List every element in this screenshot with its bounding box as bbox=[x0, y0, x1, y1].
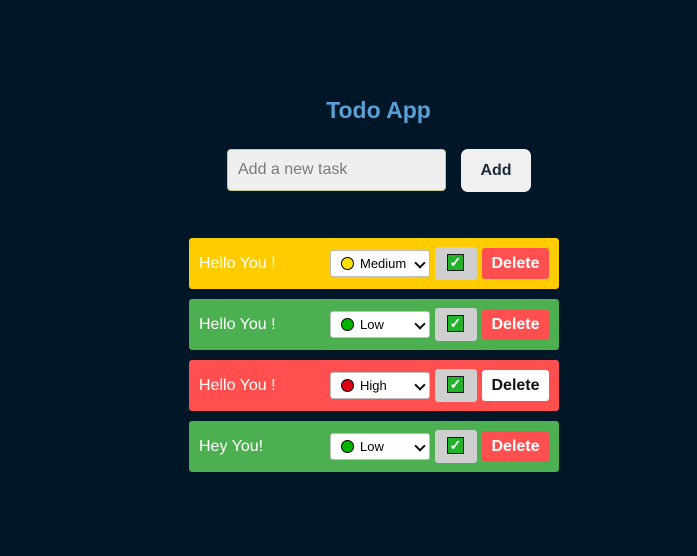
priority-select[interactable]: High bbox=[330, 372, 430, 399]
todo-item: Hello You ! Medium ✓ Delete bbox=[189, 238, 559, 289]
new-task-input[interactable] bbox=[227, 149, 446, 191]
delete-button[interactable]: Delete bbox=[482, 370, 549, 401]
add-task-button[interactable]: Add bbox=[461, 149, 531, 192]
check-icon: ✓ bbox=[447, 315, 464, 332]
todo-text: Hello You ! bbox=[199, 255, 276, 272]
priority-value: Low bbox=[360, 317, 384, 332]
chevron-down-icon bbox=[414, 440, 426, 452]
priority-dot-icon bbox=[341, 440, 354, 453]
delete-button[interactable]: Delete bbox=[482, 431, 549, 462]
priority-dot-icon bbox=[341, 318, 354, 331]
priority-select[interactable]: Low bbox=[330, 433, 430, 460]
priority-dot-icon bbox=[341, 379, 354, 392]
priority-value: High bbox=[360, 378, 387, 393]
delete-button[interactable]: Delete bbox=[482, 309, 549, 340]
todo-item: Hello You ! High ✓ Delete bbox=[189, 360, 559, 411]
chevron-down-icon bbox=[414, 379, 426, 391]
priority-select[interactable]: Medium bbox=[330, 250, 430, 277]
page-title: Todo App bbox=[326, 97, 431, 123]
chevron-down-icon bbox=[414, 318, 426, 330]
complete-toggle-button[interactable]: ✓ bbox=[435, 247, 477, 280]
check-icon: ✓ bbox=[447, 437, 464, 454]
delete-button[interactable]: Delete bbox=[482, 248, 549, 279]
todo-list: Hello You ! Medium ✓ Delete Hello You ! … bbox=[189, 238, 559, 482]
priority-value: Low bbox=[360, 439, 384, 454]
check-icon: ✓ bbox=[447, 254, 464, 271]
complete-toggle-button[interactable]: ✓ bbox=[435, 430, 477, 463]
check-icon: ✓ bbox=[447, 376, 464, 393]
todo-app: Todo App Add Hello You ! Medium ✓ Delete… bbox=[0, 0, 697, 556]
priority-dot-icon bbox=[341, 257, 354, 270]
todo-text: Hello You ! bbox=[199, 377, 276, 394]
todo-text: Hey You! bbox=[199, 438, 264, 455]
todo-item: Hey You! Low ✓ Delete bbox=[189, 421, 559, 472]
todo-text: Hello You ! bbox=[199, 316, 276, 333]
complete-toggle-button[interactable]: ✓ bbox=[435, 369, 477, 402]
priority-select[interactable]: Low bbox=[330, 311, 430, 338]
priority-value: Medium bbox=[360, 256, 407, 271]
complete-toggle-button[interactable]: ✓ bbox=[435, 308, 477, 341]
todo-item: Hello You ! Low ✓ Delete bbox=[189, 299, 559, 350]
chevron-down-icon bbox=[414, 257, 426, 269]
